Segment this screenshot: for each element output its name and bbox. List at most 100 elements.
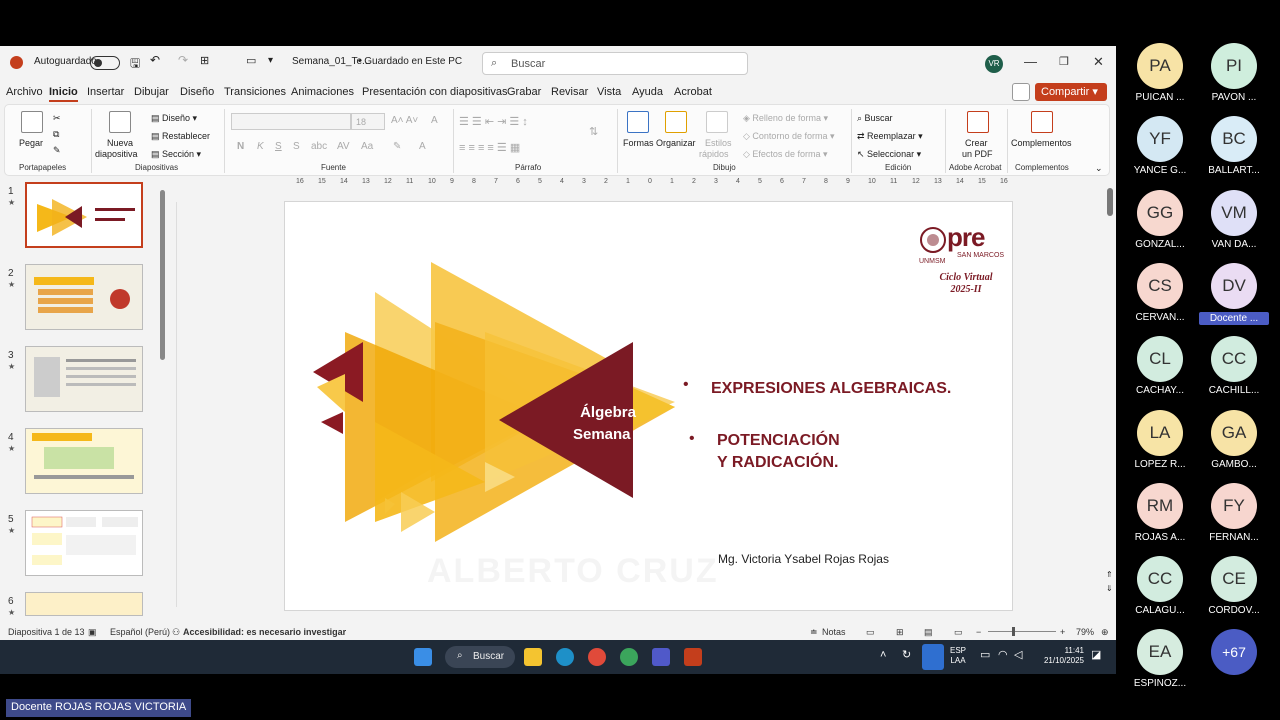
bullet-2-line-1[interactable]: POTENCIACIÓN	[717, 432, 840, 450]
participant-tile[interactable]: CC CACHILL...	[1199, 336, 1269, 396]
zoom-in-icon[interactable]: +	[1060, 627, 1065, 637]
scroll-thumb[interactable]	[1107, 188, 1113, 216]
zoom-out-icon[interactable]: −	[976, 627, 981, 637]
copy-icon[interactable]: ⧉	[53, 129, 59, 140]
slide-thumbnail[interactable]	[25, 182, 143, 248]
save-icon[interactable]: 🖫	[130, 54, 140, 75]
arrange-icon[interactable]	[665, 111, 687, 133]
new-slide-icon[interactable]	[109, 111, 131, 133]
clear-format-icon[interactable]: A	[431, 115, 438, 126]
slide-thumbnail[interactable]	[25, 428, 143, 494]
shapes-icon[interactable]	[627, 111, 649, 133]
participant-tile[interactable]: PA PUICAN ...	[1125, 43, 1195, 103]
select-button[interactable]: ↖ Seleccionar ▾	[857, 149, 921, 160]
menu-item[interactable]: Revisar	[551, 86, 588, 98]
author-text[interactable]: Mg. Victoria Ysabel Rojas Rojas	[718, 552, 889, 566]
font-name-combo[interactable]	[231, 113, 351, 130]
next-slide-icon[interactable]: ⇓	[1106, 584, 1113, 593]
shape-fill-button[interactable]: ◈ Relleno de forma ▾	[743, 113, 828, 124]
menu-item[interactable]: Archivo	[6, 86, 43, 98]
participant-tile[interactable]: BC BALLART...	[1199, 116, 1269, 176]
slide-canvas[interactable]: ALBERTO CRUZ Álgebra Semana 1 • EXPRESIO…	[284, 201, 1013, 611]
normal-view-icon[interactable]: ▭	[866, 627, 875, 638]
menu-item[interactable]: Grabar	[507, 86, 541, 98]
menu-item[interactable]: Dibujar	[134, 86, 169, 98]
prev-slide-icon[interactable]: ⇑	[1106, 570, 1113, 579]
sorter-view-icon[interactable]: ⊞	[896, 627, 904, 638]
slide-thumbnail[interactable]	[25, 592, 143, 616]
strikethrough-icon[interactable]: abc	[311, 141, 327, 152]
shape-effects-button[interactable]: ◇ Efectos de forma ▾	[743, 149, 828, 160]
sync-icon[interactable]: ↻	[902, 650, 911, 661]
quick-styles-label[interactable]: Estilos	[705, 138, 732, 148]
notes-icon[interactable]: ≐	[810, 627, 818, 638]
participant-tile[interactable]: GG GONZAL...	[1125, 189, 1195, 250]
underline-icon[interactable]: S	[275, 141, 282, 152]
paste-icon[interactable]	[21, 111, 43, 133]
teams-icon[interactable]	[652, 648, 670, 666]
layout-button[interactable]: ▤ Diseño ▾	[151, 113, 197, 124]
accessibility-label[interactable]: Accesibilidad: es necesario investigar	[183, 627, 346, 637]
participant-tile[interactable]: DV Docente ...	[1199, 262, 1269, 325]
menu-item[interactable]: Insertar	[87, 86, 124, 98]
slide-info[interactable]: Diapositiva 1 de 13	[8, 627, 85, 637]
create-pdf-label-2[interactable]: un PDF	[962, 149, 993, 159]
slideshow-icon[interactable]: ▭	[954, 627, 963, 638]
shapes-button[interactable]: Formas	[623, 138, 654, 148]
slide-thumbnail[interactable]	[25, 264, 143, 330]
cut-icon[interactable]: ✂	[53, 113, 61, 124]
menu-item[interactable]: Vista	[597, 86, 621, 98]
spacing-icon[interactable]: AV	[337, 141, 350, 152]
highlight-icon[interactable]: ✎	[393, 141, 401, 152]
share-button[interactable]: Compartir ▾	[1035, 83, 1107, 101]
search-box[interactable]: ⌕ Buscar	[482, 52, 748, 75]
restore-icon[interactable]: ❐	[1059, 55, 1069, 68]
menu-item[interactable]: Transiciones	[224, 86, 286, 98]
participant-tile[interactable]: CC CALAGU...	[1125, 556, 1195, 616]
slide-scrollbar[interactable]: ⇑ ⇓	[1106, 176, 1114, 616]
paste-button[interactable]: Pegar	[19, 138, 43, 148]
participant-tile[interactable]: YF YANCE G...	[1125, 116, 1195, 176]
language-indicator[interactable]: ESP LAA	[950, 646, 966, 666]
fit-slide-icon[interactable]: ⊕	[1101, 627, 1109, 638]
chrome-profile-icon[interactable]	[620, 648, 638, 666]
display-icon[interactable]: ▭	[980, 650, 990, 661]
clock[interactable]: 11:41 21/10/2025	[1036, 646, 1084, 666]
notes-button[interactable]: Notas	[822, 627, 846, 637]
create-pdf-label[interactable]: Crear	[965, 138, 988, 148]
thumbnail-scrollbar[interactable]	[160, 186, 166, 626]
edge-icon[interactable]	[556, 648, 574, 666]
participant-tile[interactable]: PI PAVON ...	[1199, 43, 1269, 103]
taskbar-search[interactable]: ⌕ Buscar	[445, 646, 515, 668]
menu-item[interactable]: Presentación con diapositivas	[362, 86, 508, 98]
tray-chevron-icon[interactable]: ˄	[880, 650, 886, 661]
section-button[interactable]: ▤ Sección ▾	[151, 149, 201, 160]
addins-button[interactable]: Complementos	[1011, 138, 1072, 148]
windows-start-icon[interactable]	[414, 648, 432, 666]
italic-icon[interactable]: K	[257, 141, 264, 152]
participant-tile[interactable]: RM ROJAS A...	[1125, 482, 1195, 543]
menu-item[interactable]: Animaciones	[291, 86, 354, 98]
bullet-1[interactable]: EXPRESIONES ALGEBRAICAS.	[711, 380, 951, 398]
autosave-toggle[interactable]	[90, 56, 120, 70]
participant-tile[interactable]: +67	[1199, 629, 1269, 678]
language-label[interactable]: Español (Perú)	[110, 627, 170, 637]
scroll-thumb[interactable]	[160, 190, 165, 360]
slide-title[interactable]: Álgebra Semana 1	[549, 402, 667, 446]
zoom-slider[interactable]	[988, 631, 1056, 632]
text-direction-icon[interactable]: ⇅	[589, 125, 598, 138]
participant-tile[interactable]: CL CACHAY...	[1125, 336, 1195, 396]
format-painter-icon[interactable]: ✎	[53, 145, 61, 156]
participant-tile[interactable]: LA LOPEZ R...	[1125, 409, 1195, 470]
comments-button[interactable]	[1012, 83, 1030, 101]
zoom-level[interactable]: 79%	[1076, 627, 1094, 637]
participant-tile[interactable]: VM VAN DA...	[1199, 189, 1269, 250]
quick-styles-label-2[interactable]: rápidos	[699, 149, 729, 159]
pdf-icon[interactable]	[967, 111, 989, 133]
menu-item[interactable]: Acrobat	[674, 86, 712, 98]
wifi-icon[interactable]: ◠	[998, 650, 1008, 661]
participant-tile[interactable]: FY FERNAN...	[1199, 482, 1269, 543]
reset-button[interactable]: ▤ Restablecer	[151, 131, 210, 142]
bullets-icon[interactable]: ☰ ☰ ⇤ ⇥ ☰ ↕	[459, 115, 528, 128]
user-avatar[interactable]: VR	[985, 55, 1003, 73]
